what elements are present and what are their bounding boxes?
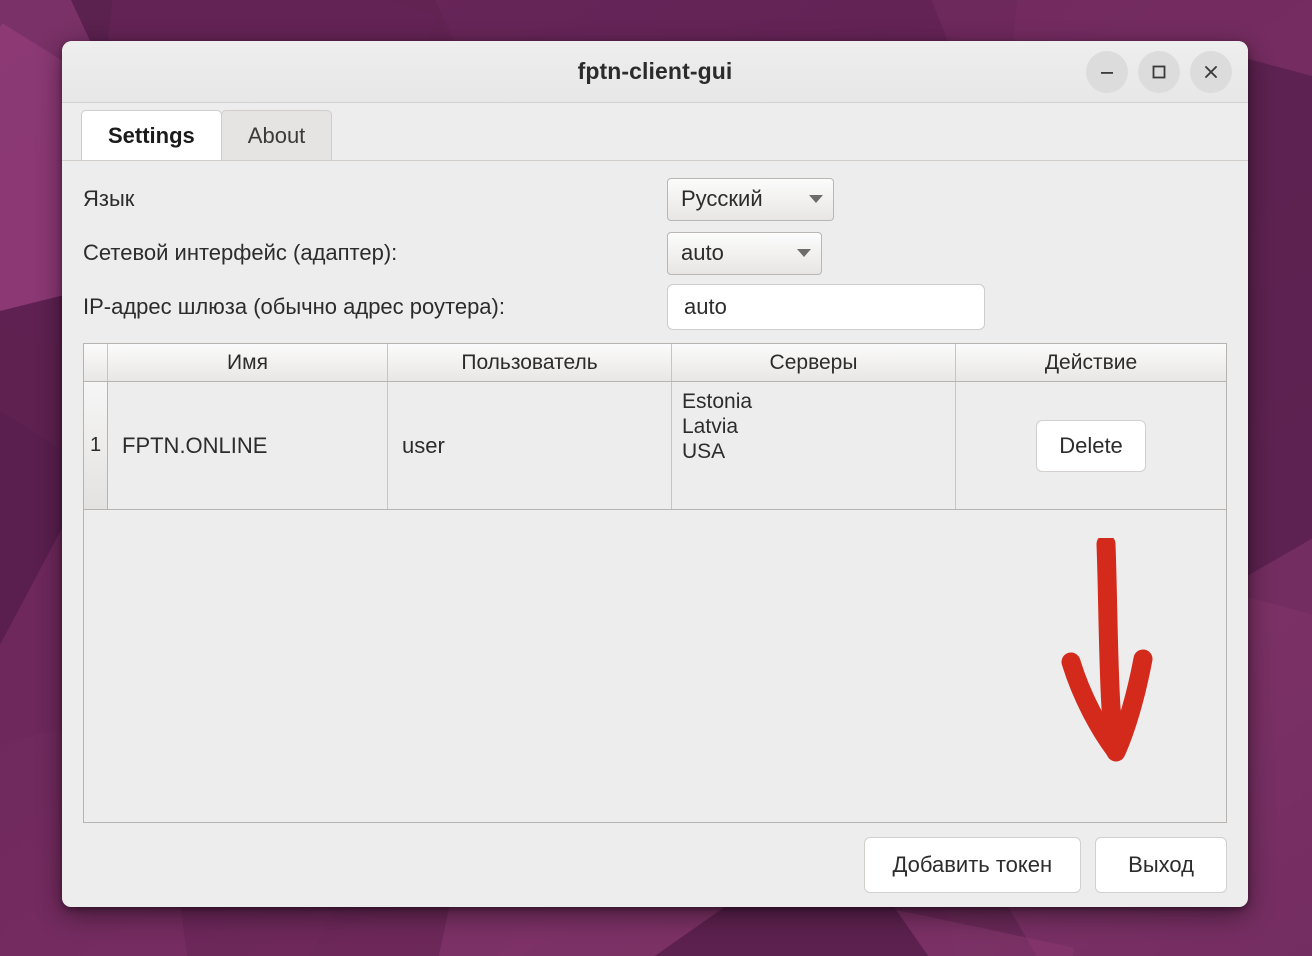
cell-name: FPTN.ONLINE [108,382,388,509]
column-header-action[interactable]: Действие [956,344,1226,381]
close-icon [1205,65,1217,78]
window-controls [1086,41,1232,102]
tab-settings[interactable]: Settings [81,110,222,160]
table-empty-area [84,510,1226,822]
cell-servers: Estonia Latvia USA [672,382,956,509]
interface-row: Сетевой интерфейс (адаптер): auto [83,227,1227,279]
column-header-name[interactable]: Имя [108,344,388,381]
window-title: fptn-client-gui [577,58,733,84]
tokens-table: Имя Пользователь Серверы Действие 1 FPTN… [83,343,1227,823]
column-header-servers[interactable]: Серверы [672,344,956,381]
footer-actions: Добавить токен Выход [83,823,1227,907]
server-item: USA [682,439,726,463]
interface-label: Сетевой интерфейс (адаптер): [83,240,398,265]
gateway-row: IP-адрес шлюза (обычно адрес роутера): [83,281,1227,333]
cell-action: Delete [956,382,1226,509]
language-select-value: Русский [681,186,763,211]
server-item: Estonia [682,390,753,413]
chevron-down-icon [797,249,811,257]
add-token-button[interactable]: Добавить токен [863,837,1082,893]
tab-about-label: About [247,122,306,148]
language-row: Язык Русский [83,173,1227,225]
desktop-background: fptn-client-gui Settings About Язык Русс… [0,0,1312,956]
maximize-button[interactable] [1138,50,1180,93]
minimize-button[interactable] [1086,50,1128,93]
table-row[interactable]: 1 FPTN.ONLINE user Estonia Latvia USA De… [84,382,1226,510]
table-header-row: Имя Пользователь Серверы Действие [84,344,1226,382]
settings-panel: Язык Русский Сетевой интерфейс (адаптер)… [62,161,1248,907]
delete-button[interactable]: Delete [1036,419,1146,472]
server-item: Latvia [682,414,739,438]
column-header-user[interactable]: Пользователь [388,344,672,381]
maximize-icon [1152,65,1166,78]
minimize-icon [1101,71,1113,74]
close-button[interactable] [1190,50,1232,93]
cell-user: user [388,382,672,509]
interface-select-value: auto [681,240,724,265]
language-select[interactable]: Русский [667,177,834,221]
gateway-input[interactable] [667,284,985,330]
tab-about[interactable]: About [220,110,333,160]
row-index-cell: 1 [84,382,108,509]
title-bar[interactable]: fptn-client-gui [62,41,1248,103]
interface-select[interactable]: auto [667,231,822,275]
application-window: fptn-client-gui Settings About Язык Русс… [62,41,1248,907]
gateway-label: IP-адрес шлюза (обычно адрес роутера): [83,294,505,319]
table-corner-cell [84,344,108,381]
chevron-down-icon [809,195,823,203]
tab-settings-label: Settings [108,122,195,148]
exit-button[interactable]: Выход [1095,837,1227,893]
language-label: Язык [83,186,135,211]
tab-strip: Settings About [62,103,1248,161]
